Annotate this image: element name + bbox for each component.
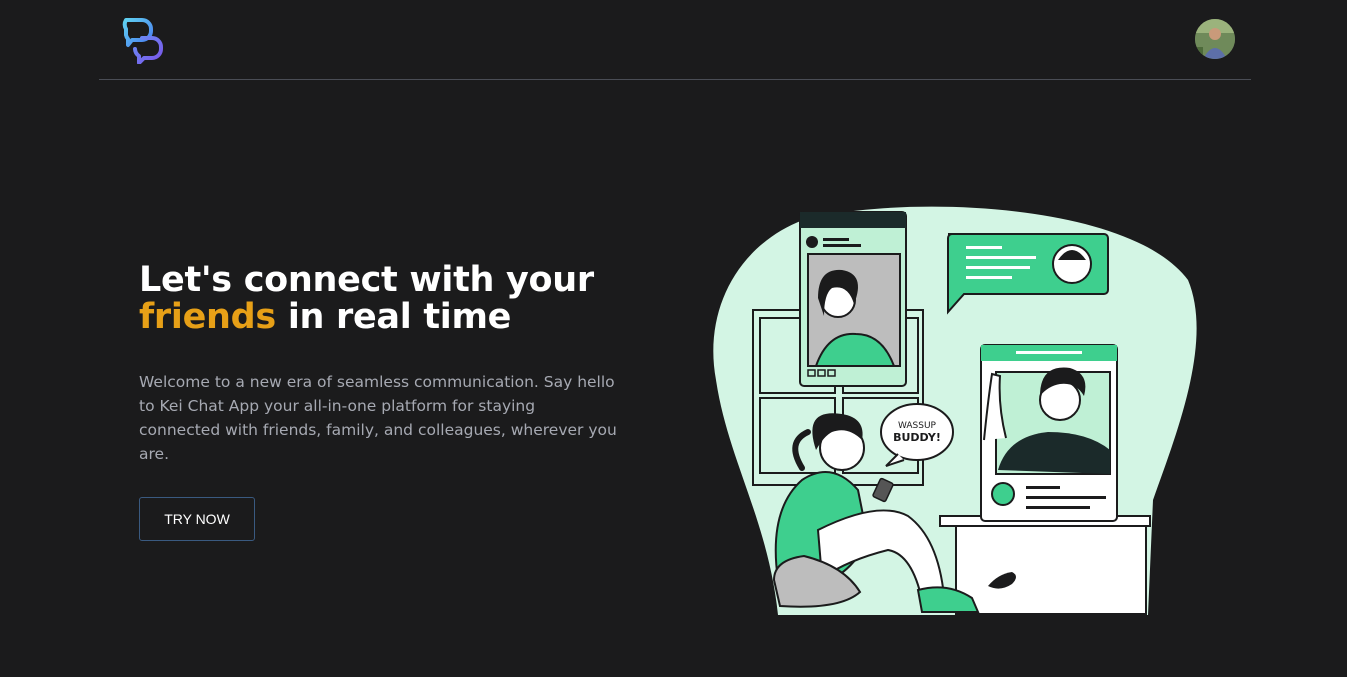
- hero-section: Let's connect with your friends in real t…: [139, 262, 659, 466]
- chat-bubbles-logo-icon[interactable]: [120, 14, 168, 65]
- user-avatar[interactable]: [1195, 19, 1235, 59]
- hero-title-line2: in real time: [275, 297, 512, 337]
- try-now-button[interactable]: TRY NOW: [139, 497, 255, 541]
- header: [99, 0, 1251, 80]
- speech-bubble-line1: WASSUP: [898, 421, 937, 431]
- hero-title: Let's connect with your friends in real t…: [139, 262, 659, 336]
- hero-title-line1: Let's connect with your: [139, 260, 594, 300]
- hero-illustration: WASSUP BUDDY!: [708, 200, 1198, 620]
- hero-description: Welcome to a new era of seamless communi…: [139, 373, 617, 463]
- hero-title-highlight: friends: [139, 297, 276, 337]
- speech-bubble-line2: BUDDY!: [893, 431, 941, 444]
